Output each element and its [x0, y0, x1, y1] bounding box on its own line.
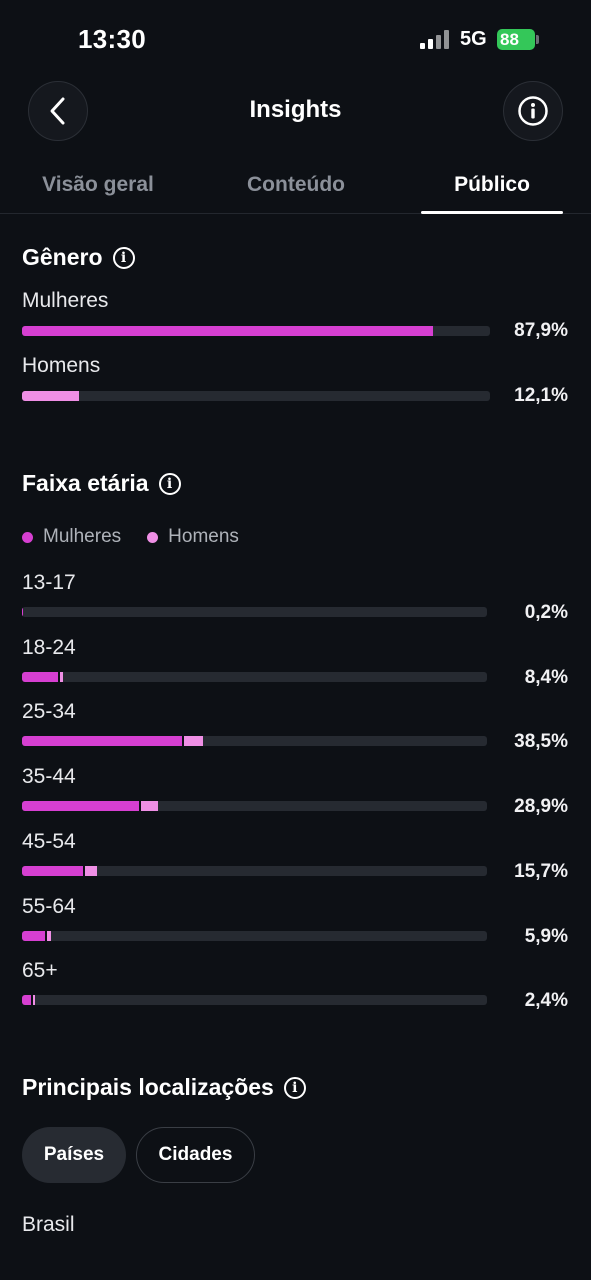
gender-percent-women: 87,9%: [514, 320, 568, 341]
battery-cap: [536, 35, 539, 44]
active-tab-indicator: [421, 211, 563, 214]
gender-percent-men: 12,1%: [514, 385, 568, 406]
age-bar-men: [47, 931, 52, 941]
tab-content[interactable]: Conteúdo: [220, 173, 372, 197]
age-label: 18-24: [22, 636, 76, 659]
age-bar-men: [59, 672, 64, 682]
gender-label-women: Mulheres: [22, 289, 109, 312]
age-percent: 2,4%: [524, 990, 568, 1011]
cities-toggle[interactable]: Cidades: [136, 1127, 255, 1183]
info-icon: [518, 96, 548, 126]
age-percent: 28,9%: [514, 796, 568, 817]
cellular-signal-icon: [420, 29, 450, 49]
age-section-title: Faixa etária i: [22, 470, 181, 497]
countries-toggle[interactable]: Países: [22, 1127, 126, 1183]
age-label: 45-54: [22, 830, 76, 853]
legend-men-dot: [147, 531, 159, 543]
age-info-icon[interactable]: i: [158, 472, 181, 495]
locations-info-icon[interactable]: i: [283, 1076, 306, 1099]
legend-item-men: Homens: [147, 526, 239, 548]
network-type: 5G: [460, 28, 487, 50]
age-bar-men: [141, 801, 159, 811]
status-bar: 13:30 5G 88: [0, 0, 591, 80]
age-legend: Mulheres Homens: [22, 526, 239, 548]
legend-item-women: Mulheres: [22, 526, 121, 548]
age-bar-women: [22, 736, 183, 746]
info-button[interactable]: [503, 81, 563, 141]
age-label: 13-17: [22, 571, 76, 594]
tab-overview[interactable]: Visão geral: [22, 173, 174, 197]
age-bar-women: [22, 801, 140, 811]
gender-section-title: Gênero i: [22, 244, 135, 271]
location-item-label: Brasil: [22, 1213, 75, 1236]
legend-men-label: Homens: [168, 526, 239, 547]
age-bar-track: [22, 866, 487, 876]
age-bar-women: [22, 672, 58, 682]
locations-title-text: Principais localizações: [22, 1074, 274, 1100]
age-bar-women: [22, 931, 46, 941]
locations-section-title: Principais localizações i: [22, 1074, 306, 1101]
gender-bar-fill-women: [22, 326, 433, 336]
age-label: 25-34: [22, 700, 76, 723]
age-bar-track: [22, 931, 487, 941]
age-bar-men: [85, 866, 97, 876]
age-bar-track: [22, 672, 487, 682]
legend-women-label: Mulheres: [43, 526, 122, 547]
gender-info-icon[interactable]: i: [112, 246, 135, 269]
age-label: 65+: [22, 959, 58, 982]
tab-audience[interactable]: Público: [421, 173, 563, 197]
age-bar-men: [184, 736, 204, 746]
gender-bar-fill-men: [22, 391, 79, 401]
age-bar-track: [22, 995, 487, 1005]
age-label: 35-44: [22, 765, 76, 788]
gender-title-text: Gênero: [22, 244, 103, 270]
age-label: 55-64: [22, 895, 76, 918]
age-bar-women: [22, 607, 23, 617]
age-percent: 8,4%: [524, 667, 568, 688]
gender-bar-track-men: [22, 391, 490, 401]
age-percent: 0,2%: [524, 602, 568, 623]
age-bar-men: [33, 995, 36, 1005]
gender-bar-track-women: [22, 326, 490, 336]
gender-label-men: Homens: [22, 354, 101, 377]
battery-icon: 88: [497, 29, 535, 50]
age-percent: 38,5%: [514, 731, 568, 752]
age-percent: 15,7%: [514, 861, 568, 882]
age-bar-track: [22, 801, 487, 811]
age-bar-women: [22, 995, 32, 1005]
age-percent: 5,9%: [524, 926, 568, 947]
legend-women-dot: [22, 531, 33, 543]
age-bar-track: [22, 736, 487, 746]
age-bar-track: [22, 607, 487, 617]
battery-level: 88: [500, 30, 519, 49]
age-title-text: Faixa etária: [22, 470, 149, 496]
tab-bar: Visão geral Conteúdo Público: [0, 170, 591, 214]
age-bar-women: [22, 866, 84, 876]
status-time: 13:30: [78, 24, 146, 54]
